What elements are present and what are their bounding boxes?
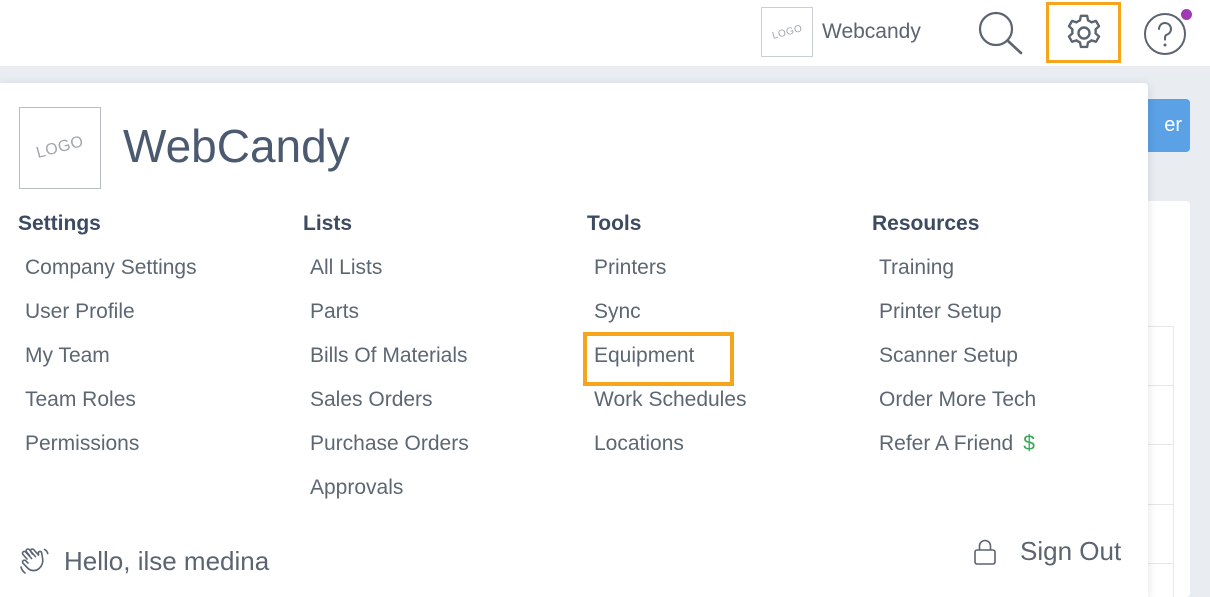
menu-item-purchase-orders[interactable]: Purchase Orders	[303, 432, 469, 476]
menu-company-logo: LOGO	[19, 107, 101, 189]
menu-company-name: WebCandy	[123, 120, 350, 172]
menu-item-my-team[interactable]: My Team	[18, 344, 197, 388]
column-heading-tools: Tools	[587, 212, 642, 235]
menu-item-equipment[interactable]: Equipment	[583, 332, 747, 388]
company-name[interactable]: Webcandy	[822, 20, 921, 44]
sign-out-button[interactable]: Sign Out	[972, 536, 1121, 567]
dollar-icon: $	[1023, 432, 1035, 455]
lock-icon	[974, 539, 996, 565]
search-button[interactable]	[976, 8, 1024, 56]
menu-item-company-settings[interactable]: Company Settings	[18, 256, 197, 300]
menu-item-all-lists[interactable]: All Lists	[303, 256, 469, 300]
greeting-text: Hello, ilse medina	[64, 545, 270, 576]
tools-column: Tools Printers Sync Equipment Work Sched…	[583, 212, 747, 476]
menu-item-scanner-setup[interactable]: Scanner Setup	[872, 344, 1036, 388]
menu-item-printer-setup[interactable]: Printer Setup	[872, 300, 1036, 344]
column-heading-resources: Resources	[872, 212, 980, 235]
menu-item-training[interactable]: Training	[872, 256, 1036, 300]
logo-placeholder-text: LOGO	[770, 22, 804, 42]
background-button-label: er	[1164, 114, 1182, 136]
column-heading-lists: Lists	[303, 212, 353, 235]
menu-item-team-roles[interactable]: Team Roles	[18, 388, 197, 432]
sign-out-label: Sign Out	[1020, 536, 1122, 566]
background-divider	[1148, 326, 1174, 327]
menu-item-locations[interactable]: Locations	[587, 432, 747, 476]
menu-item-parts[interactable]: Parts	[303, 300, 469, 344]
logo-placeholder-text: LOGO	[34, 133, 86, 162]
background-divider	[1173, 326, 1174, 597]
settings-menu: LOGO WebCandy Settings Company Settings …	[0, 83, 1148, 597]
background-divider	[1148, 504, 1174, 505]
waving-hand-icon	[20, 548, 49, 574]
user-greeting: Hello, ilse medina	[18, 545, 269, 577]
menu-item-sales-orders[interactable]: Sales Orders	[303, 388, 469, 432]
menu-item-refer-a-friend[interactable]: Refer A Friend $	[872, 432, 1036, 476]
refer-a-friend-label: Refer A Friend	[879, 432, 1014, 455]
notification-dot	[1181, 9, 1192, 20]
lists-column: Lists All Lists Parts Bills Of Materials…	[303, 212, 469, 520]
menu-item-bills-of-materials[interactable]: Bills Of Materials	[303, 344, 469, 388]
search-icon	[978, 11, 1023, 55]
settings-button[interactable]	[1046, 2, 1121, 63]
menu-item-permissions[interactable]: Permissions	[18, 432, 197, 476]
column-heading-settings: Settings	[18, 212, 101, 235]
resources-column: Resources Training Printer Setup Scanner…	[872, 212, 1036, 476]
menu-item-work-schedules[interactable]: Work Schedules	[587, 388, 747, 432]
gear-icon	[1067, 14, 1100, 48]
settings-column: Settings Company Settings User Profile M…	[18, 212, 197, 476]
menu-item-user-profile[interactable]: User Profile	[18, 300, 197, 344]
menu-item-approvals[interactable]: Approvals	[303, 476, 469, 520]
background-divider	[1148, 385, 1174, 386]
background-divider	[1148, 563, 1174, 564]
company-logo[interactable]: LOGO	[761, 7, 813, 57]
top-bar: LOGO Webcandy	[0, 0, 1210, 66]
menu-item-printers[interactable]: Printers	[587, 256, 747, 300]
background-divider	[1148, 444, 1174, 445]
menu-item-order-more-tech[interactable]: Order More Tech	[872, 388, 1036, 432]
